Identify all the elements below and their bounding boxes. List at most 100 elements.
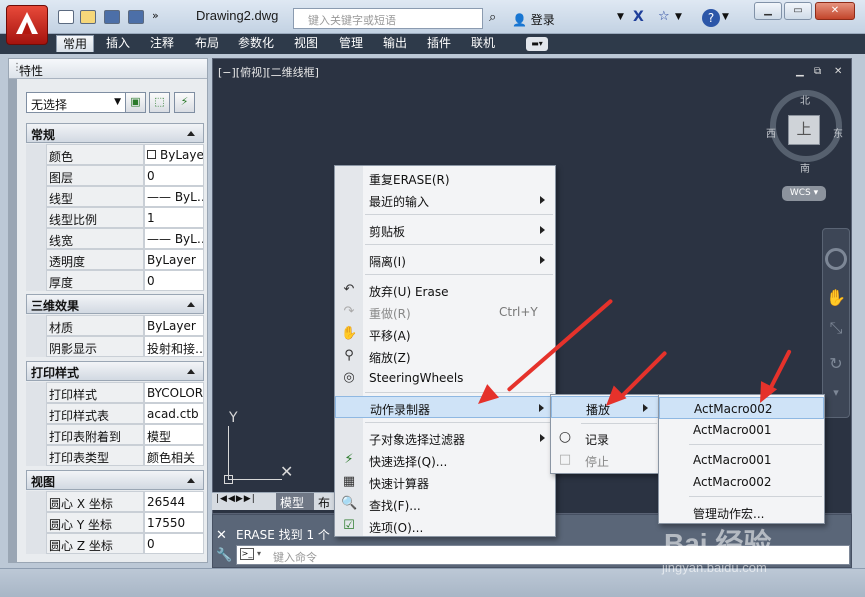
property-value[interactable]: 模型 (144, 424, 204, 445)
navbar-dropdown-icon[interactable]: ▾ (826, 386, 846, 399)
tab-manage[interactable]: 管理 (333, 35, 369, 52)
tab-online[interactable]: 联机 (465, 35, 501, 52)
viewport-minimize-icon[interactable]: ▁ (796, 66, 804, 77)
application-menu-button[interactable] (6, 5, 48, 45)
tab-parametric[interactable]: 参数化 (232, 35, 280, 52)
connect-dropdown-icon[interactable]: ▼ (675, 12, 682, 22)
menu-item-undo[interactable]: ↶ 放弃(U) Erase (335, 279, 555, 301)
zoom-extents-icon[interactable]: ⤡ (826, 318, 846, 338)
property-value[interactable]: 1 (144, 207, 204, 228)
toggle-pickadd-icon[interactable]: ▣ (125, 92, 146, 113)
property-row[interactable]: 打印表附着到 模型 (26, 424, 204, 445)
viewport-close-icon[interactable]: ✕ (834, 66, 842, 77)
login-dropdown-icon[interactable]: ▼ (617, 12, 624, 22)
minimize-button[interactable]: ▁ (754, 2, 782, 20)
palette-side-strip[interactable] (9, 79, 17, 563)
steering-wheel-icon[interactable] (825, 248, 847, 270)
tab-model[interactable]: 模型 (276, 493, 314, 510)
maximize-button[interactable]: ▭ (784, 2, 812, 20)
property-row[interactable]: 阴影显示 投射和接… (26, 336, 204, 357)
command-dropdown-icon[interactable]: ▾ (257, 549, 261, 558)
customize-wrench-icon[interactable]: 🔧 (216, 548, 232, 563)
menu-item-find[interactable]: 🔍 查找(F)... (335, 493, 555, 515)
viewport-restore-icon[interactable]: ⧉ (814, 66, 821, 77)
tab-annotate[interactable]: 注释 (144, 35, 180, 52)
viewcube-top-face[interactable]: 上 (788, 115, 820, 145)
login-button[interactable]: 👤 登录 (512, 11, 555, 28)
section-3d-effects[interactable]: 三维效果 (26, 294, 204, 314)
menu-item-manage-macros[interactable]: 管理动作宏... (659, 501, 824, 523)
tab-plugins[interactable]: 插件 (421, 35, 457, 52)
pan-icon[interactable]: ✋ (826, 288, 846, 307)
command-close-icon[interactable]: ✕ (216, 528, 227, 543)
property-row[interactable]: 打印表类型 颜色相关 (26, 445, 204, 466)
close-button[interactable]: ✕ (815, 2, 855, 20)
property-row[interactable]: 线宽 —— ByL… (26, 228, 204, 249)
open-file-icon[interactable] (80, 10, 96, 24)
tab-home[interactable]: 常用 (56, 35, 95, 52)
property-value[interactable]: —— ByL… (144, 186, 204, 207)
property-row[interactable]: 线型比例 1 (26, 207, 204, 228)
search-input[interactable]: 键入关键字或短语 (293, 8, 483, 29)
help-icon[interactable]: ? (702, 9, 720, 27)
exchange-icon[interactable]: X (633, 9, 644, 25)
menu-item-recent-input[interactable]: 最近的输入 (335, 189, 555, 211)
tab-layout[interactable]: 布局 (189, 35, 225, 52)
menu-item-subobject-filter[interactable]: 子对象选择过滤器 (335, 427, 555, 449)
menu-item-actmacro001[interactable]: ActMacro001 (659, 419, 824, 441)
viewport-controls-label[interactable]: [−][俯视][二维线框] (218, 64, 319, 80)
menu-item-actmacro001-recent[interactable]: ActMacro001 (659, 449, 824, 471)
tab-view[interactable]: 视图 (288, 35, 324, 52)
menu-item-redo[interactable]: ↷ 重做(R) Ctrl+Y (335, 301, 555, 323)
select-objects-icon[interactable]: ⬚ (149, 92, 170, 113)
star-icon[interactable]: ☆ (658, 9, 670, 24)
section-view[interactable]: 视图 (26, 470, 204, 490)
property-row[interactable]: 打印样式表 acad.ctb (26, 403, 204, 424)
property-value[interactable]: ByLayer (144, 144, 204, 165)
quick-select-icon[interactable]: ⚡ (174, 92, 195, 113)
property-value[interactable]: 0 (144, 270, 204, 291)
menu-item-repeat-erase[interactable]: 重复ERASE(R) (335, 167, 555, 189)
section-plot-style[interactable]: 打印样式 (26, 361, 204, 381)
property-value[interactable]: acad.ctb (144, 403, 204, 424)
orbit-icon[interactable]: ↻ (826, 354, 846, 373)
compass-north[interactable]: 北 (800, 92, 810, 107)
property-value[interactable]: —— ByL… (144, 228, 204, 249)
command-prompt-icon[interactable]: >_ (240, 548, 254, 560)
property-value[interactable]: 0 (144, 533, 204, 554)
menu-item-stop[interactable]: □ 停止 (551, 449, 659, 471)
property-value[interactable]: 0 (144, 165, 204, 186)
menu-item-actmacro002-recent[interactable]: ActMacro002 (659, 471, 824, 493)
compass-west[interactable]: 西 (766, 125, 776, 140)
selection-combo[interactable]: 无选择 ▼ (26, 92, 126, 113)
property-value[interactable]: 17550 (144, 512, 204, 533)
new-file-icon[interactable] (58, 10, 74, 24)
menu-item-clipboard[interactable]: 剪贴板 (335, 219, 555, 241)
property-row[interactable]: 颜色 ByLayer (26, 144, 204, 165)
property-row[interactable]: 圆心 Z 坐标 0 (26, 533, 204, 554)
property-row[interactable]: 材质 ByLayer (26, 315, 204, 336)
property-value[interactable]: 颜色相关 (144, 445, 204, 466)
property-row[interactable]: 圆心 X 坐标 26544 (26, 491, 204, 512)
tab-layout1[interactable]: 布局 (316, 493, 336, 510)
binoculars-icon[interactable]: ⌕ (489, 10, 496, 25)
palette-grip-icon[interactable]: ⋮ (12, 62, 22, 73)
menu-item-record[interactable]: ○ 记录 (551, 427, 659, 449)
property-row[interactable]: 打印样式 BYCOLOR (26, 382, 204, 403)
save-as-icon[interactable] (128, 10, 144, 24)
layout-nav-arrows-icon[interactable]: |◀◀▶▶| (216, 494, 256, 504)
menu-item-quickcalc[interactable]: ▦ 快速计算器 (335, 471, 555, 493)
menu-item-actmacro002[interactable]: ActMacro002 (659, 397, 824, 419)
ribbon-minimize-icon[interactable]: ▬▾ (526, 37, 548, 51)
property-row[interactable]: 线型 —— ByL… (26, 186, 204, 207)
menu-item-action-recorder[interactable]: 动作录制器 (335, 396, 555, 418)
wcs-menu-button[interactable]: WCS ▾ (782, 186, 826, 201)
more-quick-access-icon[interactable]: » (152, 9, 159, 22)
property-row[interactable]: 透明度 ByLayer (26, 249, 204, 270)
compass-east[interactable]: 东 (833, 125, 843, 140)
property-value[interactable]: ByLayer (144, 315, 204, 336)
property-row[interactable]: 厚度 0 (26, 270, 204, 291)
tab-output[interactable]: 输出 (377, 35, 413, 52)
menu-item-options[interactable]: ☑ 选项(O)... (335, 515, 555, 537)
property-value[interactable]: ByLayer (144, 249, 204, 270)
